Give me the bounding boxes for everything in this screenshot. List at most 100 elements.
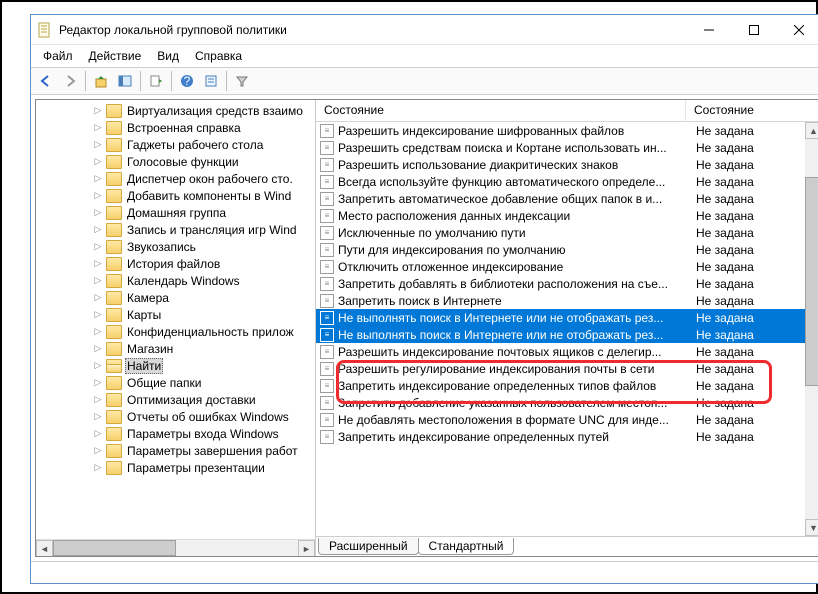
expander-icon[interactable]: ▷	[90, 343, 106, 354]
expander-icon[interactable]: ▷	[90, 326, 106, 337]
expander-icon[interactable]: ▷	[90, 275, 106, 286]
list-item[interactable]: ≡Исключенные по умолчанию путиНе задана	[316, 224, 818, 241]
tab-standard[interactable]: Стандартный	[418, 538, 515, 555]
tree-item[interactable]: ▷Календарь Windows	[36, 272, 315, 289]
list-item[interactable]: ≡Место расположения данных индексацииНе …	[316, 207, 818, 224]
tree-item[interactable]: ▷Карты	[36, 306, 315, 323]
list-item[interactable]: ≡Разрешить средствам поиска и Кортане ис…	[316, 139, 818, 156]
tree-item[interactable]: ▷Параметры входа Windows	[36, 425, 315, 442]
tab-extended[interactable]: Расширенный	[318, 538, 419, 555]
list-item[interactable]: ≡Всегда используйте функцию автоматическ…	[316, 173, 818, 190]
list-item[interactable]: ≡Разрешить индексирование шифрованных фа…	[316, 122, 818, 139]
tree-item[interactable]: ▷Диспетчер окон рабочего сто.	[36, 170, 315, 187]
list-vscrollbar[interactable]: ▲ ▼	[805, 122, 818, 536]
expander-icon[interactable]: ▷	[90, 105, 106, 116]
list-item[interactable]: ≡Запретить автоматическое добавление общ…	[316, 190, 818, 207]
list-header[interactable]: Состояние Состояние	[316, 100, 818, 122]
folder-icon	[106, 444, 122, 458]
properties-button[interactable]	[200, 70, 222, 92]
tree-item[interactable]: ▷Общие папки	[36, 374, 315, 391]
policy-icon: ≡	[320, 413, 334, 427]
list-item[interactable]: ≡Не выполнять поиск в Интернете или не о…	[316, 309, 818, 326]
expander-icon[interactable]: ▷	[90, 411, 106, 422]
list-item[interactable]: ≡Пути для индексирования по умолчаниюНе …	[316, 241, 818, 258]
up-button[interactable]	[90, 70, 112, 92]
tree-item[interactable]: ▷Запись и трансляция игр Wind	[36, 221, 315, 238]
tree-item[interactable]: ▷ Встроенная справка	[36, 119, 315, 136]
expander-icon[interactable]: ▷	[90, 258, 106, 269]
filter-button[interactable]	[231, 70, 253, 92]
menu-action[interactable]: Действие	[81, 47, 150, 65]
list-item[interactable]: ≡Разрешить использование диакритических …	[316, 156, 818, 173]
expander-icon[interactable]: ▷	[90, 122, 106, 133]
col-header-state[interactable]: Состояние	[686, 100, 818, 121]
list-item[interactable]: ≡Запретить добавлять в библиотеки распол…	[316, 275, 818, 292]
tree-pane[interactable]: ▷Виртуализация средств взаимо▷Встроенная…	[36, 100, 316, 556]
expander-icon[interactable]: ▷	[90, 139, 106, 150]
expander-icon[interactable]: ▷	[90, 428, 106, 439]
menu-help[interactable]: Справка	[187, 47, 250, 65]
menu-file[interactable]: Файл	[35, 47, 81, 65]
tree-item[interactable]: ▷Виртуализация средств взаимо	[36, 102, 315, 119]
list-item[interactable]: ≡ Не добавлять местоположения в формате U…	[316, 411, 818, 428]
policy-state: Не задана	[696, 396, 776, 410]
scroll-left-button[interactable]: ◄	[36, 540, 53, 556]
tree-hscrollbar[interactable]: ◄ ►	[36, 539, 315, 556]
policy-icon: ≡	[320, 311, 334, 325]
tree-item[interactable]: ▷Параметры презентации	[36, 459, 315, 476]
forward-button[interactable]	[59, 70, 81, 92]
expander-icon[interactable]: ▷	[90, 173, 106, 184]
expander-icon[interactable]: ▷	[90, 292, 106, 303]
maximize-button[interactable]	[731, 16, 776, 44]
tree-item[interactable]: ▷Найти	[36, 357, 315, 374]
list-item[interactable]: ≡Отключить отложенное индексированиеНе з…	[316, 258, 818, 275]
list-item[interactable]: ≡Запретить индексирование определенных п…	[316, 428, 818, 445]
expander-icon[interactable]: ▷	[90, 156, 106, 167]
policy-name: Не добавлять местоположения в формате UN…	[338, 413, 696, 427]
col-header-name[interactable]: Состояние	[316, 100, 686, 121]
tree-item[interactable]: ▷Магазин	[36, 340, 315, 357]
policy-icon: ≡	[320, 243, 334, 257]
expander-icon[interactable]: ▷	[90, 377, 106, 388]
expander-icon[interactable]: ▷	[90, 462, 106, 473]
tree-item[interactable]: ▷Голосовые функции	[36, 153, 315, 170]
tree-item[interactable]: ▷История файлов	[36, 255, 315, 272]
hscroll-thumb[interactable]	[53, 540, 176, 556]
scroll-down-button[interactable]: ▼	[805, 519, 818, 536]
tree-label: Встроенная справка	[125, 121, 243, 135]
expander-icon[interactable]: ▷	[90, 190, 106, 201]
back-button[interactable]	[35, 70, 57, 92]
tree-item[interactable]: ▷Гаджеты рабочего стола	[36, 136, 315, 153]
show-hide-tree-button[interactable]	[114, 70, 136, 92]
tree-item[interactable]: ▷Камера	[36, 289, 315, 306]
scroll-up-button[interactable]: ▲	[805, 122, 818, 139]
expander-icon[interactable]: ▷	[90, 309, 106, 320]
list-item[interactable]: ≡Запретить поиск в ИнтернетеНе задана	[316, 292, 818, 309]
list-item[interactable]: ≡Запретить добавление указанных пользова…	[316, 394, 818, 411]
expander-icon[interactable]: ▷	[90, 207, 106, 218]
tree-item[interactable]: ▷Параметры завершения работ	[36, 442, 315, 459]
tree-item[interactable]: ▷Добавить компоненты в Wind	[36, 187, 315, 204]
list-item[interactable]: ≡Запретить индексирование определенных т…	[316, 377, 818, 394]
list-item[interactable]: ≡Не выполнять поиск в Интернете или не о…	[316, 326, 818, 343]
tree-item[interactable]: ▷Конфиденциальность прилож	[36, 323, 315, 340]
expander-icon[interactable]: ▷	[90, 241, 106, 252]
list-item[interactable]: ≡Разрешить индексирование почтовых ящико…	[316, 343, 818, 360]
minimize-button[interactable]	[686, 16, 731, 44]
expander-icon[interactable]: ▷	[90, 445, 106, 456]
tree-item[interactable]: ▷Оптимизация доставки	[36, 391, 315, 408]
close-button[interactable]	[776, 16, 818, 44]
tree-item[interactable]: ▷Звукозапись	[36, 238, 315, 255]
vscroll-thumb[interactable]	[805, 177, 818, 386]
expander-icon[interactable]: ▷	[90, 394, 106, 405]
tree-item[interactable]: ▷Отчеты об ошибках Windows	[36, 408, 315, 425]
help-button[interactable]: ?	[176, 70, 198, 92]
export-button[interactable]	[145, 70, 167, 92]
scroll-right-button[interactable]: ►	[298, 540, 315, 556]
list-item[interactable]: ≡Разрешить регулирование индексирования …	[316, 360, 818, 377]
titlebar[interactable]: Редактор локальной групповой политики	[31, 15, 818, 45]
tree-item[interactable]: ▷Домашняя группа	[36, 204, 315, 221]
expander-icon[interactable]: ▷	[90, 360, 106, 371]
menu-view[interactable]: Вид	[149, 47, 187, 65]
expander-icon[interactable]: ▷	[90, 224, 106, 235]
